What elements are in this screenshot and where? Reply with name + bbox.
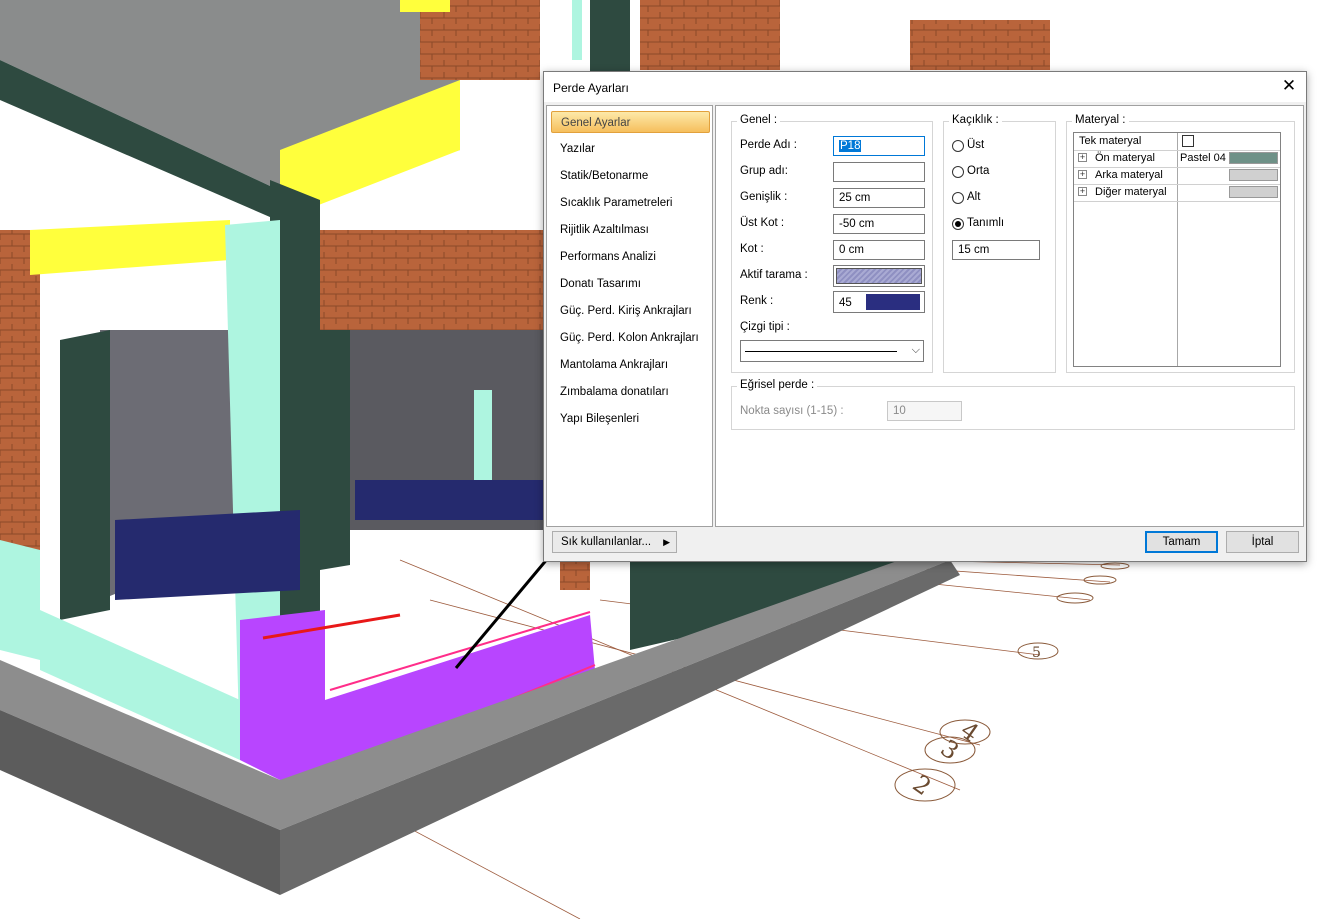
nav-yazilar[interactable]: Yazılar bbox=[551, 138, 710, 160]
radio-alt[interactable] bbox=[952, 192, 964, 204]
nav-guc-perd-kolon-ankrajlari[interactable]: Güç. Perd. Kolon Ankrajları bbox=[551, 327, 710, 349]
sik-kullanilanlar-label: Sık kullanılanlar... bbox=[561, 536, 652, 548]
settings-nav: Genel Ayarlar Yazılar Statik/Betonarme S… bbox=[546, 105, 713, 527]
ust-kot-label: Üst Kot : bbox=[740, 217, 785, 229]
genel-group: Genel : Perde Adı : P18 Grup adı: Genişl… bbox=[731, 114, 933, 373]
kacikik-value-input[interactable]: 15 cm bbox=[952, 240, 1040, 260]
dialog-footer: Sık kullanılanlar... ▶ Tamam İptal bbox=[544, 527, 1306, 561]
renk-label: Renk : bbox=[740, 295, 774, 307]
egrisel-title: Eğrisel perde : bbox=[737, 379, 818, 391]
line-preview bbox=[745, 351, 897, 352]
grup-adi-input[interactable] bbox=[833, 162, 925, 182]
kacikik-title: Kaçıklık : bbox=[949, 114, 1002, 126]
tek-materyal-checkbox[interactable] bbox=[1182, 135, 1194, 147]
expand-icon[interactable]: + bbox=[1078, 187, 1087, 196]
nav-zimbalama-donatilari[interactable]: Zımbalama donatıları bbox=[551, 381, 710, 403]
dialog-titlebar[interactable]: Perde Ayarları ✕ bbox=[544, 72, 1306, 102]
radio-ust[interactable] bbox=[952, 140, 964, 152]
radio-orta-label: Orta bbox=[967, 165, 990, 177]
tek-materyal-row: Tek materyal bbox=[1074, 133, 1280, 151]
close-icon[interactable]: ✕ bbox=[1278, 75, 1300, 97]
nav-performans-analizi[interactable]: Performans Analizi bbox=[551, 246, 710, 268]
radio-tanimli[interactable] bbox=[952, 218, 964, 230]
renk-picker[interactable]: 45 bbox=[833, 291, 925, 313]
nokta-sayisi-label: Nokta sayısı (1-15) : bbox=[740, 405, 844, 417]
tek-materyal-label: Tek materyal bbox=[1079, 135, 1142, 147]
radio-tanimli-label: Tanımlı bbox=[967, 217, 1005, 229]
nav-guc-perd-kiris-ankrajlari[interactable]: Güç. Perd. Kiriş Ankrajları bbox=[551, 300, 710, 322]
nav-donati-tasarimi[interactable]: Donatı Tasarımı bbox=[551, 273, 710, 295]
settings-panel: Genel : Perde Adı : P18 Grup adı: Genişl… bbox=[715, 105, 1304, 527]
cizgi-tipi-select[interactable]: ⌵ bbox=[740, 340, 924, 362]
perde-ayarlari-dialog: Perde Ayarları ✕ Genel Ayarlar Yazılar S… bbox=[543, 71, 1307, 562]
nokta-sayisi-input[interactable]: 10 bbox=[887, 401, 962, 421]
radio-alt-label: Alt bbox=[967, 191, 981, 203]
radio-ust-label: Üst bbox=[967, 139, 985, 151]
diger-materyal-row[interactable]: + Diğer materyal bbox=[1074, 184, 1280, 202]
on-materyal-swatch[interactable] bbox=[1229, 152, 1278, 164]
materyal-group: Materyal : Tek materyal + Ön materyal Pa… bbox=[1066, 114, 1295, 373]
perde-adi-label: Perde Adı : bbox=[740, 139, 797, 151]
materyal-title: Materyal : bbox=[1072, 114, 1129, 126]
nav-mantolama-ankrajlari[interactable]: Mantolama Ankrajları bbox=[551, 354, 710, 376]
axis-label-5: 5 bbox=[1032, 645, 1041, 661]
genel-title: Genel : bbox=[737, 114, 781, 126]
diger-materyal-label: Diğer materyal bbox=[1095, 186, 1167, 198]
radio-orta[interactable] bbox=[952, 166, 964, 178]
expand-icon[interactable]: + bbox=[1078, 153, 1087, 162]
on-materyal-label: Ön materyal bbox=[1095, 152, 1155, 164]
arka-materyal-label: Arka materyal bbox=[1095, 169, 1163, 181]
on-materyal-row[interactable]: + Ön materyal Pastel 04 bbox=[1074, 150, 1280, 168]
nav-rijitlik-azaltilmasi[interactable]: Rijitlik Azaltılması bbox=[551, 219, 710, 241]
nav-genel-ayarlar[interactable]: Genel Ayarlar bbox=[551, 111, 710, 133]
aktif-tarama-label: Aktif tarama : bbox=[740, 269, 808, 281]
aktif-tarama-swatch[interactable] bbox=[833, 265, 925, 287]
diger-materyal-swatch[interactable] bbox=[1229, 186, 1278, 198]
cizgi-tipi-label: Çizgi tipi : bbox=[740, 321, 790, 333]
dialog-title: Perde Ayarları bbox=[553, 81, 629, 95]
dialog-body: Genel Ayarlar Yazılar Statik/Betonarme S… bbox=[544, 102, 1306, 561]
tamam-button[interactable]: Tamam bbox=[1145, 531, 1218, 553]
ust-kot-input[interactable]: -50 cm bbox=[833, 214, 925, 234]
sik-kullanilanlar-button[interactable]: Sık kullanılanlar... ▶ bbox=[552, 531, 677, 553]
egrisel-perde-group: Eğrisel perde : Nokta sayısı (1-15) : 10 bbox=[731, 379, 1295, 430]
arka-materyal-swatch[interactable] bbox=[1229, 169, 1278, 181]
on-materyal-value: Pastel 04 bbox=[1180, 152, 1226, 164]
chevron-right-icon: ▶ bbox=[663, 537, 670, 547]
perde-adi-input[interactable]: P18 bbox=[833, 136, 925, 156]
renk-value: 45 bbox=[839, 297, 852, 309]
arka-materyal-row[interactable]: + Arka materyal bbox=[1074, 167, 1280, 185]
grup-adi-label: Grup adı: bbox=[740, 165, 788, 177]
kot-input[interactable]: 0 cm bbox=[833, 240, 925, 260]
genislik-label: Genişlik : bbox=[740, 191, 788, 203]
expand-icon[interactable]: + bbox=[1078, 170, 1087, 179]
perde-adi-value: P18 bbox=[839, 140, 862, 152]
kacikik-group: Kaçıklık : Üst Orta Alt Tanımlı 15 cm bbox=[943, 114, 1056, 373]
nav-yapi-bilesenleri[interactable]: Yapı Bileşenleri bbox=[551, 408, 710, 430]
nav-sicaklik-parametreleri[interactable]: Sıcaklık Parametreleri bbox=[551, 192, 710, 214]
renk-swatch bbox=[866, 294, 920, 310]
nav-statik-betonarme[interactable]: Statik/Betonarme bbox=[551, 165, 710, 187]
genislik-input[interactable]: 25 cm bbox=[833, 188, 925, 208]
materyal-table: Tek materyal + Ön materyal Pastel 04 + A… bbox=[1073, 132, 1281, 367]
hatch-pattern bbox=[836, 268, 922, 284]
iptal-button[interactable]: İptal bbox=[1226, 531, 1299, 553]
kot-label: Kot : bbox=[740, 243, 764, 255]
chevron-down-icon: ⌵ bbox=[911, 344, 920, 356]
